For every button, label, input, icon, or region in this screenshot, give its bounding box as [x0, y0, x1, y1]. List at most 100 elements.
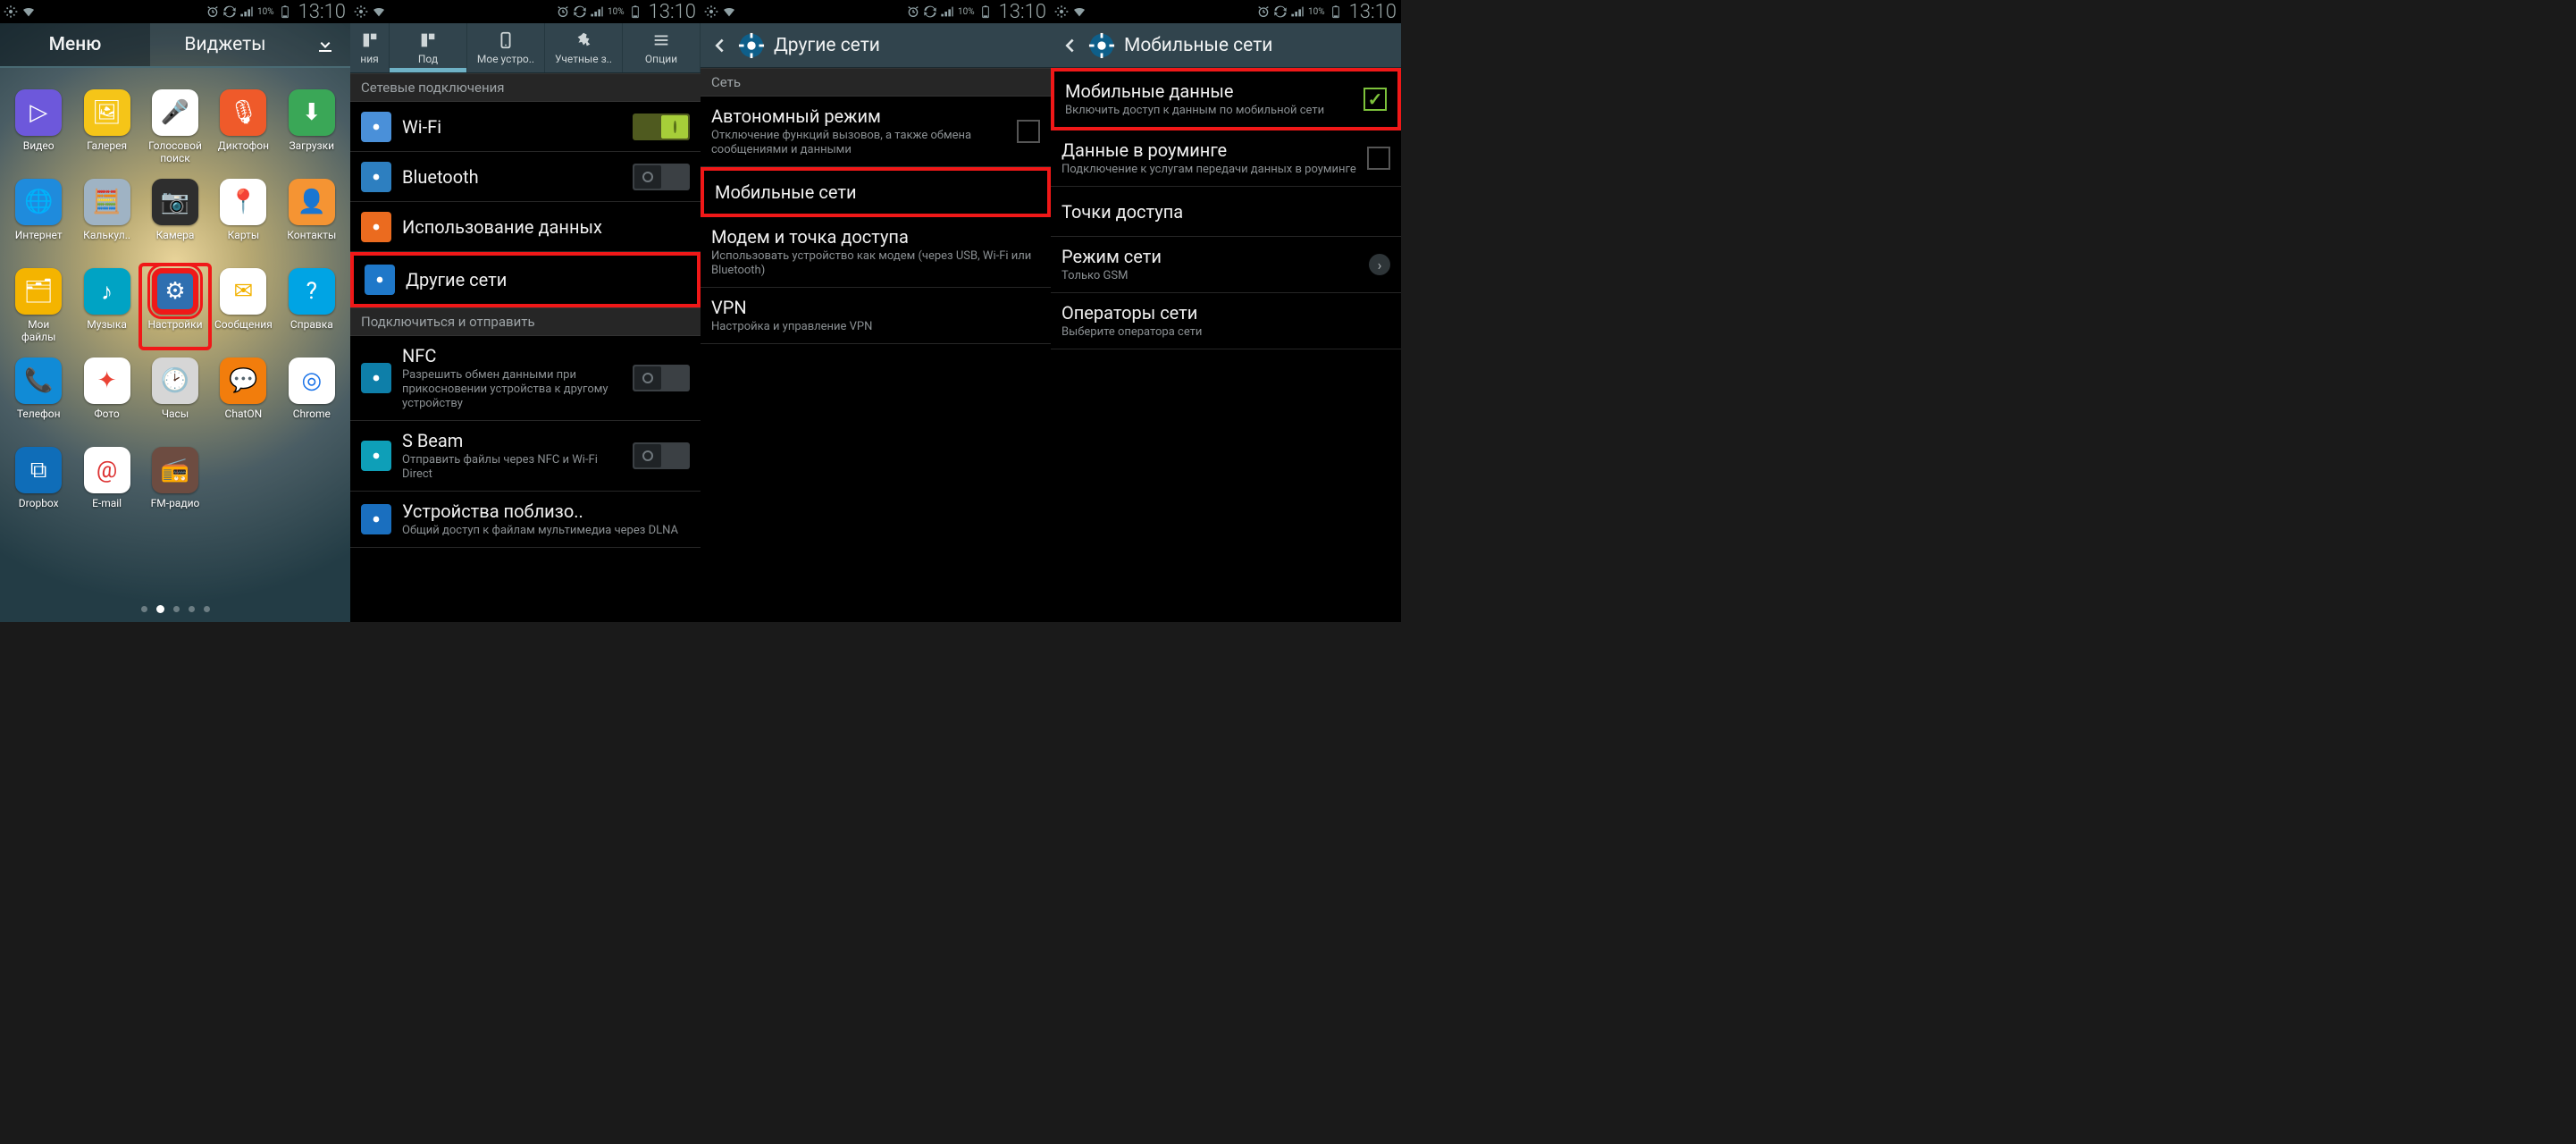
app-фото[interactable]: ✦ Фото	[73, 358, 139, 447]
settings-row[interactable]: Bluetooth	[350, 152, 701, 202]
settings-row[interactable]: Другие сети	[350, 252, 701, 307]
row-subtitle: Выберите оператора сети	[1061, 325, 1390, 340]
battery-icon	[1329, 4, 1343, 19]
row-title: VPN	[711, 297, 1040, 318]
settings-row[interactable]: Мобильные сети	[701, 167, 1051, 217]
app-галерея[interactable]: 🖼 Галерея	[73, 89, 139, 179]
app-справка[interactable]: ? Справка	[279, 268, 345, 358]
app-icon: ✦	[84, 358, 130, 404]
settings-tab-2[interactable]: Мое устро..	[467, 23, 545, 72]
tab-widgets[interactable]: Виджеты	[150, 23, 300, 66]
app-icon: ⚙	[152, 268, 198, 315]
app-интернет[interactable]: 🌐 Интернет	[5, 179, 71, 268]
status-bar: 10% 13:10	[1051, 0, 1401, 23]
settings-row[interactable]: Использование данных	[350, 202, 701, 252]
row-icon	[361, 441, 391, 471]
checkbox[interactable]	[1364, 88, 1387, 111]
settings-row[interactable]: Мобильные данныеВключить доступ к данным…	[1051, 68, 1401, 130]
settings-category-tabs: нияПодМое устро.. Учетные з.. Опции	[350, 23, 701, 73]
app-настройки[interactable]: ⚙ Настройки	[142, 268, 208, 358]
app-label: Карты	[228, 229, 260, 241]
settings-row[interactable]: Модем и точка доступаИспользовать устрой…	[701, 217, 1051, 288]
toggle-switch[interactable]	[633, 164, 690, 190]
app-chrome[interactable]: ◎ Chrome	[279, 358, 345, 447]
settings-tab-4[interactable]: Опции	[623, 23, 701, 72]
app-label: Галерея	[87, 139, 127, 152]
signal-icon	[590, 4, 604, 19]
tab-icon	[574, 30, 593, 50]
settings-row[interactable]: Режим сетиТолько GSM›	[1051, 237, 1401, 293]
checkbox[interactable]	[1017, 120, 1040, 143]
row-subtitle: Разрешить обмен данными при прикосновени…	[402, 368, 622, 411]
app-icon: 🖼	[84, 89, 130, 136]
settings-notif-icon	[1054, 4, 1069, 19]
app-видео[interactable]: ▷ Видео	[5, 89, 71, 179]
app-контакты[interactable]: 👤 Контакты	[279, 179, 345, 268]
settings-tab-3[interactable]: Учетные з..	[545, 23, 623, 72]
settings-row[interactable]: S BeamОтправить файлы через NFC и Wi-Fi …	[350, 421, 701, 492]
app-label: ChatON	[225, 408, 263, 420]
app-fm-радио[interactable]: 📻 FM-радио	[142, 447, 208, 536]
app-icon: 📍	[220, 179, 266, 225]
app-телефон[interactable]: 📞 Телефон	[5, 358, 71, 447]
toggle-switch[interactable]	[633, 114, 690, 140]
app-загрузки[interactable]: ⬇ Загрузки	[279, 89, 345, 179]
tab-menu[interactable]: Меню	[0, 23, 150, 66]
sync-icon	[923, 4, 937, 19]
settings-row[interactable]: Устройства поблизо..Общий доступ к файла…	[350, 492, 701, 548]
settings-row[interactable]: Автономный режимОтключение функций вызов…	[701, 97, 1051, 167]
gear-icon	[1088, 32, 1115, 59]
app-музыка[interactable]: ♪ Музыка	[73, 268, 139, 358]
settings-row[interactable]: Wi-Fi	[350, 102, 701, 152]
app-chaton[interactable]: 💬 ChatON	[210, 358, 276, 447]
title-bar: Другие сети	[701, 23, 1051, 68]
app-label: Видео	[23, 139, 55, 152]
settings-tab-1[interactable]: Под	[390, 23, 467, 72]
settings-tab-0[interactable]: ния	[350, 23, 390, 72]
app-калькул-[interactable]: 🧮 Калькул..	[73, 179, 139, 268]
signal-icon	[940, 4, 954, 19]
toggle-switch[interactable]	[633, 442, 690, 469]
settings-row[interactable]: VPNНастройка и управление VPN	[701, 288, 1051, 344]
status-clock: 13:10	[649, 1, 696, 23]
app-icon: @	[84, 447, 130, 493]
app-диктофон[interactable]: 🎙 Диктофон	[210, 89, 276, 179]
row-title: Wi-Fi	[402, 116, 622, 138]
settings-row[interactable]: Точки доступа	[1051, 187, 1401, 237]
app-icon: 🧮	[84, 179, 130, 225]
app-камера[interactable]: 📷 Камера	[142, 179, 208, 268]
row-title: Мобильные сети	[715, 181, 1036, 203]
gear-icon	[738, 32, 765, 59]
home-tabs: Меню Виджеты	[0, 23, 350, 68]
status-bar: 10% 13:10	[701, 0, 1051, 23]
app-icon: 📻	[152, 447, 198, 493]
alarm-icon	[1256, 4, 1271, 19]
row-title: Устройства поблизо..	[402, 500, 690, 522]
app-e-mail[interactable]: @ E-mail	[73, 447, 139, 536]
app-label: Моифайлы	[21, 318, 55, 343]
toggle-switch[interactable]	[633, 365, 690, 391]
row-title: Мобильные данные	[1065, 80, 1353, 102]
tab-label: Учетные з..	[555, 53, 612, 65]
app-голосовой-поиск[interactable]: 🎤 Голосовойпоиск	[142, 89, 208, 179]
settings-row[interactable]: Данные в роумингеПодключение к услугам п…	[1051, 130, 1401, 187]
row-title: Автономный режим	[711, 105, 1006, 127]
status-bar: 10% 13:10	[350, 0, 701, 23]
app-icon: ?	[289, 268, 335, 315]
checkbox[interactable]	[1367, 147, 1390, 170]
app-мои-файлы[interactable]: 🗂 Моифайлы	[5, 268, 71, 358]
app-сообщения[interactable]: ✉ Сообщения	[210, 268, 276, 358]
row-icon	[361, 212, 391, 242]
row-title: Точки доступа	[1061, 201, 1390, 223]
settings-row[interactable]: Операторы сетиВыберите оператора сети	[1051, 293, 1401, 349]
settings-row[interactable]: NFCРазрешить обмен данными при прикоснов…	[350, 336, 701, 421]
back-icon[interactable]	[1060, 36, 1079, 55]
tab-downloads[interactable]	[300, 23, 350, 66]
app-карты[interactable]: 📍 Карты	[210, 179, 276, 268]
app-часы[interactable]: 🕑 Часы	[142, 358, 208, 447]
app-dropbox[interactable]: ⧉ Dropbox	[5, 447, 71, 536]
page-title: Другие сети	[774, 35, 880, 56]
app-grid: ▷ Видео🖼 Галерея🎤 Голосовойпоиск🎙 Диктоф…	[0, 68, 350, 595]
app-label: Часы	[162, 408, 189, 420]
back-icon[interactable]	[709, 36, 729, 55]
